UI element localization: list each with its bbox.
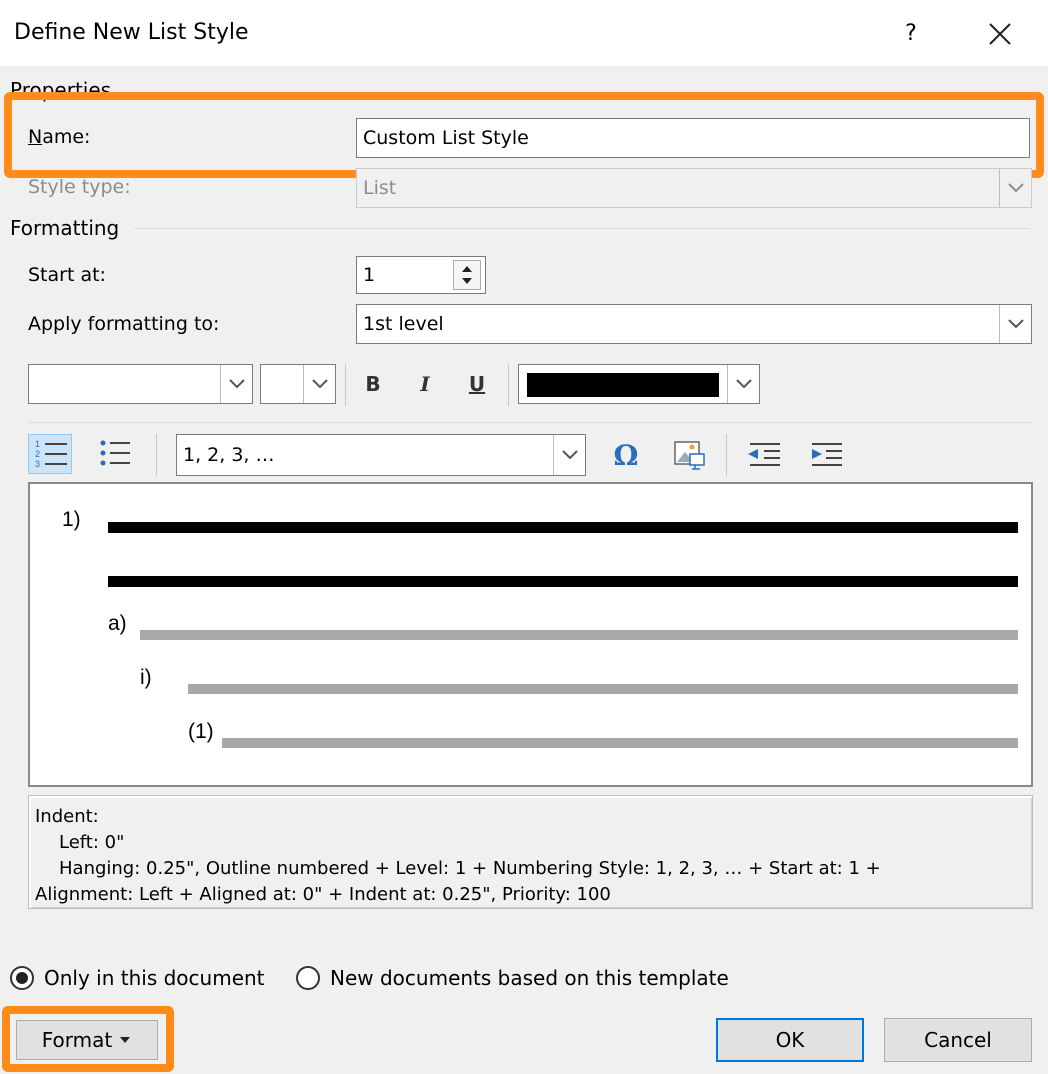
preview-level-4-number: (1): [188, 720, 214, 743]
preview-level-3-number: i): [140, 666, 152, 689]
insert-symbol-button[interactable]: Ω: [606, 436, 646, 474]
toolbar-divider: [28, 422, 1033, 423]
dialog-title: Define New List Style: [14, 20, 249, 45]
chevron-down-icon: [553, 435, 585, 475]
cancel-button[interactable]: Cancel: [884, 1018, 1032, 1062]
formatting-divider: [134, 228, 1030, 229]
style-type-label: Style type:: [28, 176, 131, 198]
start-at-value: 1: [363, 264, 376, 286]
chevron-down-icon: [303, 365, 335, 403]
bulleted-list-icon: [100, 440, 130, 466]
style-type-value: List: [363, 177, 397, 199]
insert-picture-button[interactable]: [670, 436, 710, 474]
description-line: Left: 0": [59, 832, 125, 853]
preview-level-2-number: a): [108, 612, 127, 635]
spin-down-icon[interactable]: [454, 275, 480, 289]
svg-text:3: 3: [35, 459, 40, 469]
start-at-spinner[interactable]: [453, 260, 481, 290]
picture-icon: [674, 441, 705, 470]
close-icon: [989, 23, 1011, 45]
description-line: Indent:: [35, 806, 99, 827]
description-line: Alignment: Left + Aligned at: 0" + Inden…: [35, 884, 611, 905]
formatting-section-label: Formatting: [10, 216, 128, 240]
format-highlight: [2, 1006, 174, 1072]
font-color-swatch: [527, 373, 719, 397]
name-highlight: [4, 92, 1044, 178]
numbered-list-button[interactable]: 1 2 3: [28, 434, 72, 474]
apply-formatting-value: 1st level: [363, 313, 444, 335]
bulleted-list-button[interactable]: [94, 434, 138, 474]
start-at-input[interactable]: 1: [356, 256, 486, 294]
toolbar-separator: [726, 434, 727, 476]
ok-button[interactable]: OK: [716, 1018, 864, 1062]
bold-button[interactable]: B: [356, 366, 390, 402]
toolbar-separator: [508, 364, 509, 406]
preview-level-1-text-line: [108, 522, 1018, 533]
numbered-list-icon: 1 2 3: [35, 439, 67, 469]
decrease-indent-icon: [748, 443, 780, 466]
style-description: Indent: Left: 0" Hanging: 0.25", Outline…: [28, 795, 1033, 909]
apply-formatting-label: Apply formatting to:: [28, 313, 220, 335]
new-documents-radio[interactable]: [296, 966, 320, 990]
toolbar-separator: [156, 434, 157, 476]
preview-level-1-text-line: [108, 576, 1018, 587]
svg-text:2: 2: [35, 449, 40, 459]
numbering-style-dropdown[interactable]: 1, 2, 3, …: [176, 434, 586, 476]
help-button[interactable]: ?: [894, 14, 928, 54]
italic-button[interactable]: I: [408, 366, 442, 402]
increase-indent-icon: [812, 443, 842, 466]
preview-level-4-text-line: [222, 738, 1018, 748]
close-button[interactable]: [978, 14, 1022, 54]
toolbar-separator: [345, 364, 346, 406]
font-color-dropdown[interactable]: [518, 364, 760, 404]
spin-up-icon[interactable]: [454, 261, 480, 275]
list-preview: 1) a) i) (1): [28, 482, 1033, 787]
new-documents-label: New documents based on this template: [330, 966, 729, 990]
chevron-down-icon: [999, 169, 1031, 207]
decrease-indent-button[interactable]: [744, 436, 784, 474]
chevron-down-icon: [220, 365, 252, 403]
numbering-style-value: 1, 2, 3, …: [183, 444, 275, 466]
underline-button[interactable]: U: [460, 366, 494, 402]
preview-level-1-number: 1): [62, 508, 81, 531]
font-size-dropdown[interactable]: [260, 364, 336, 404]
omega-icon: Ω: [613, 438, 639, 472]
new-documents-option[interactable]: New documents based on this template: [296, 966, 729, 990]
apply-formatting-dropdown[interactable]: 1st level: [356, 304, 1032, 344]
description-line: Hanging: 0.25", Outline numbered + Level…: [59, 858, 881, 879]
chevron-down-icon: [727, 365, 759, 403]
preview-level-3-text-line: [188, 684, 1018, 694]
only-this-document-label: Only in this document: [44, 966, 265, 990]
style-type-dropdown: List: [356, 168, 1032, 208]
svg-text:1: 1: [35, 439, 40, 449]
only-this-document-radio[interactable]: [10, 966, 34, 990]
chevron-down-icon: [999, 305, 1031, 343]
only-this-document-option[interactable]: Only in this document: [10, 966, 265, 990]
increase-indent-button[interactable]: [806, 436, 846, 474]
font-dropdown[interactable]: [28, 364, 253, 404]
radio-selected-dot: [16, 972, 28, 984]
preview-level-2-text-line: [140, 630, 1018, 640]
start-at-label: Start at:: [28, 264, 106, 286]
